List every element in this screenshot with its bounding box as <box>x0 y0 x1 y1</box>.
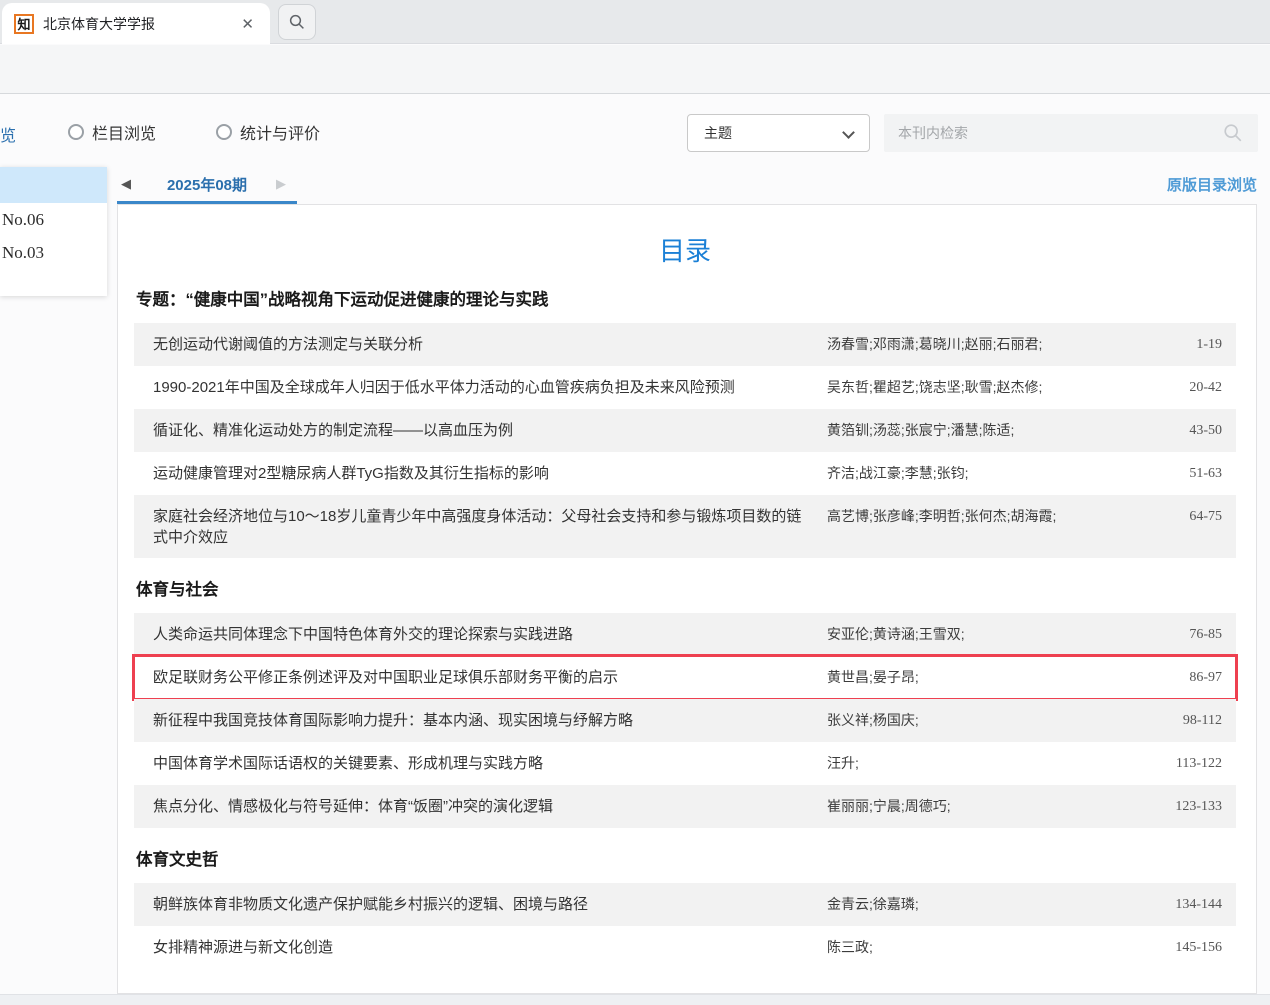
article-pages: 123-133 <box>1077 796 1222 817</box>
article-title-link[interactable]: 1990-2021年中国及全球成年人归因于低水平体力活动的心血管疾病负担及未来风… <box>153 377 827 398</box>
page-title: 目录 <box>134 231 1236 268</box>
article-row: 无创运动代谢阈值的方法测定与关联分析汤春雪;邓雨潇;葛晓川;赵丽;石丽君;1-1… <box>134 323 1236 366</box>
tab-current-issue[interactable]: 2025年08期 <box>147 174 267 195</box>
article-title-link[interactable]: 运动健康管理对2型糖尿病人群TyG指数及其衍生指标的影响 <box>153 463 827 484</box>
search-icon <box>288 13 306 31</box>
article-authors[interactable]: 高艺博;张彦峰;李明哲;张何杰;胡海霞; <box>827 506 1077 527</box>
article-pages: 113-122 <box>1077 753 1222 774</box>
article-title-link[interactable]: 无创运动代谢阈值的方法测定与关联分析 <box>153 334 827 355</box>
article-pages: 1-19 <box>1077 334 1222 355</box>
sidebar-item-selected[interactable] <box>0 167 107 203</box>
article-row: 朝鲜族体育非物质文化遗产保护赋能乡村振兴的逻辑、困境与路径金青云;徐嘉璘;134… <box>134 883 1236 926</box>
browser-tab-strip: 知 北京体育大学学报 ✕ <box>0 0 1270 44</box>
article-row-highlighted: 欧足联财务公平修正条例述评及对中国职业足球俱乐部财务平衡的启示黄世昌;晏子昂;8… <box>134 656 1236 699</box>
chevron-down-icon <box>842 126 855 139</box>
article-row: 家庭社会经济地位与10～18岁儿童青少年中高强度身体活动：父母社会支持和参与锻炼… <box>134 495 1236 558</box>
next-issue-icon[interactable]: ▶ <box>276 176 286 192</box>
article-title-link[interactable]: 焦点分化、情感极化与符号延伸：体育“饭圈”冲突的演化逻辑 <box>153 796 827 817</box>
article-authors[interactable]: 吴东哲;瞿超艺;饶志坚;耿雪;赵杰修; <box>827 377 1077 398</box>
original-toc-link[interactable]: 原版目录浏览 <box>1167 174 1257 195</box>
article-pages: 76-85 <box>1077 624 1222 645</box>
browser-search-button[interactable] <box>278 4 316 40</box>
article-authors[interactable]: 黄世昌;晏子昂; <box>827 667 1077 688</box>
article-authors[interactable]: 陈三政; <box>827 937 1077 958</box>
article-title-link[interactable]: 欧足联财务公平修正条例述评及对中国职业足球俱乐部财务平衡的启示 <box>153 667 827 688</box>
article-authors[interactable]: 安亚伦;黄诗涵;王雪双; <box>827 624 1077 645</box>
article-authors[interactable]: 金青云;徐嘉璘; <box>827 894 1077 915</box>
search-field-select[interactable]: 主题 <box>687 114 870 152</box>
search-icon[interactable] <box>1222 122 1244 144</box>
prev-issue-icon[interactable]: ◀ <box>121 176 131 192</box>
search-field-value: 主题 <box>704 123 732 143</box>
browse-mode-selected-partial[interactable]: 览 <box>0 122 16 146</box>
radio-circle-icon[interactable] <box>216 124 232 140</box>
article-row: 女排精神源进与新文化创造陈三政;145-156 <box>134 926 1236 969</box>
section-header: 专题：“健康中国”战略视角下运动促进健康的理论与实践 <box>134 286 1236 310</box>
article-row: 人类命运共同体理念下中国特色体育外交的理论探索与实践进路安亚伦;黄诗涵;王雪双;… <box>134 613 1236 656</box>
article-title-link[interactable]: 家庭社会经济地位与10～18岁儿童青少年中高强度身体活动：父母社会支持和参与锻炼… <box>153 506 827 548</box>
article-pages: 98-112 <box>1077 710 1222 731</box>
radio-stats-evaluation[interactable]: 统计与评价 <box>216 120 320 144</box>
in-journal-search-box[interactable]: 本刊内检索 <box>884 114 1258 152</box>
article-authors[interactable]: 崔丽丽;宁晨;周德巧; <box>827 796 1077 817</box>
article-title-link[interactable]: 新征程中我国竞技体育国际影响力提升：基本内涵、现实困境与纾解方略 <box>153 710 827 731</box>
radio-circle-icon[interactable] <box>68 124 84 140</box>
article-pages: 134-144 <box>1077 894 1222 915</box>
article-authors[interactable]: 汤春雪;邓雨潇;葛晓川;赵丽;石丽君; <box>827 334 1077 355</box>
article-authors[interactable]: 汪升; <box>827 753 1077 774</box>
article-pages: 20-42 <box>1077 377 1222 398</box>
article-row: 新征程中我国竞技体育国际影响力提升：基本内涵、现实困境与纾解方略张义祥;杨国庆;… <box>134 699 1236 742</box>
browse-mode-row: 览 栏目浏览 统计与评价 主题 本刊内检索 <box>0 94 1270 167</box>
radio-label: 统计与评价 <box>240 120 320 144</box>
article-row: 焦点分化、情感极化与符号延伸：体育“饭圈”冲突的演化逻辑崔丽丽;宁晨;周德巧;1… <box>134 785 1236 828</box>
article-title-link[interactable]: 人类命运共同体理念下中国特色体育外交的理论探索与实践进路 <box>153 624 827 645</box>
section-header: 体育文史哲 <box>134 846 1236 870</box>
article-pages: 86-97 <box>1077 667 1222 688</box>
article-authors[interactable]: 齐洁;战江豪;李慧;张钧; <box>827 463 1077 484</box>
article-row: 1990-2021年中国及全球成年人归因于低水平体力活动的心血管疾病负担及未来风… <box>134 366 1236 409</box>
toc-body: 专题：“健康中国”战略视角下运动促进健康的理论与实践无创运动代谢阈值的方法测定与… <box>134 286 1236 969</box>
article-pages: 145-156 <box>1077 937 1222 958</box>
article-title-link[interactable]: 朝鲜族体育非物质文化遗产保护赋能乡村振兴的逻辑、困境与路径 <box>153 894 827 915</box>
article-pages: 43-50 <box>1077 420 1222 441</box>
article-authors[interactable]: 黄箔钏;汤蕊;张宸宁;潘慧;陈适; <box>827 420 1077 441</box>
issue-sidebar: No.06 No.03 <box>0 167 107 296</box>
article-title-link[interactable]: 女排精神源进与新文化创造 <box>153 937 827 958</box>
browser-tab[interactable]: 知 北京体育大学学报 ✕ <box>2 3 270 44</box>
article-title-link[interactable]: 循证化、精准化运动处方的制定流程——以高血压为例 <box>153 420 827 441</box>
radio-label: 栏目浏览 <box>92 120 156 144</box>
article-authors[interactable]: 张义祥;杨国庆; <box>827 710 1077 731</box>
browser-tab-title: 北京体育大学学报 <box>43 14 228 34</box>
radio-column-browse[interactable]: 栏目浏览 <box>68 120 156 144</box>
journal-favicon-icon: 知 <box>14 14 34 34</box>
article-title-link[interactable]: 中国体育学术国际话语权的关键要素、形成机理与实践方略 <box>153 753 827 774</box>
page-footer-strip <box>0 994 1270 1005</box>
article-row: 中国体育学术国际话语权的关键要素、形成机理与实践方略汪升;113-122 <box>134 742 1236 785</box>
article-row: 运动健康管理对2型糖尿病人群TyG指数及其衍生指标的影响齐洁;战江豪;李慧;张钧… <box>134 452 1236 495</box>
close-icon[interactable]: ✕ <box>237 13 258 35</box>
search-input[interactable]: 本刊内检索 <box>898 123 1222 143</box>
article-row: 循证化、精准化运动处方的制定流程——以高血压为例黄箔钏;汤蕊;张宸宁;潘慧;陈适… <box>134 409 1236 452</box>
issue-tab-bar: ◀ 2025年08期 ▶ 原版目录浏览 <box>117 167 1257 204</box>
site-header-band <box>0 45 1270 94</box>
article-pages: 64-75 <box>1077 506 1222 527</box>
section-header: 体育与社会 <box>134 576 1236 600</box>
toc-panel: 目录 专题：“健康中国”战略视角下运动促进健康的理论与实践无创运动代谢阈值的方法… <box>117 204 1257 994</box>
sidebar-item-issue[interactable]: No.03 <box>0 236 107 269</box>
sidebar-item-issue[interactable]: No.06 <box>0 203 107 236</box>
article-pages: 51-63 <box>1077 463 1222 484</box>
